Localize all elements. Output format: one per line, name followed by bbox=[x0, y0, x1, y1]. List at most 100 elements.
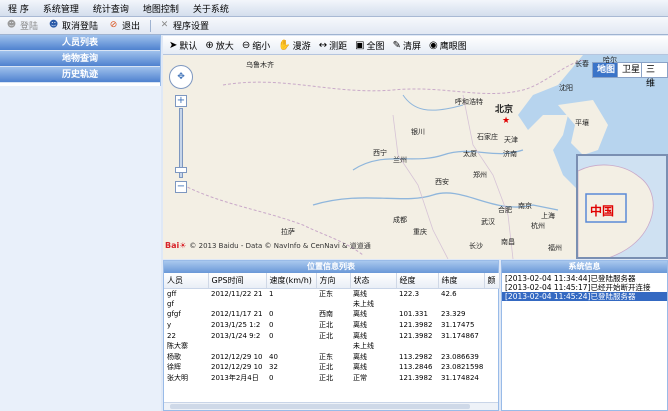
city-label: 乌鲁木齐 bbox=[246, 61, 274, 69]
sidebar-item-feature-query[interactable]: 地物查询 bbox=[0, 51, 160, 67]
menubar: 程 序 系统管理 统计查询 地图控制 关于系统 bbox=[0, 0, 668, 17]
table-cell: 正常 bbox=[353, 374, 367, 383]
city-label: 长沙 bbox=[469, 242, 483, 250]
table-cell bbox=[208, 341, 266, 352]
tool-default[interactable]: ➤ 默认 bbox=[169, 39, 197, 52]
tool-zoom-out[interactable]: ⊖ 缩小 bbox=[242, 39, 270, 52]
table-cell: 22 bbox=[167, 331, 176, 340]
table-cell: 23.08215981 bbox=[441, 363, 484, 372]
city-label: 合肥 bbox=[498, 206, 512, 214]
table-cell: 121.3982 bbox=[399, 321, 433, 330]
cancel-login-button[interactable]: ☻ 取消登陆 bbox=[48, 19, 98, 32]
table-cell: 离线 bbox=[353, 310, 367, 319]
menu-map-control[interactable]: 地图控制 bbox=[143, 2, 179, 15]
table-cell: 正北 bbox=[319, 363, 333, 372]
table-cell: gf bbox=[167, 299, 174, 308]
table-cell: 121.3982 bbox=[399, 331, 433, 340]
column-header[interactable]: GPS时间 bbox=[208, 273, 267, 289]
list-item[interactable]: [2013-02-04 11:45:24]已登陆服务器 bbox=[502, 292, 667, 301]
city-label: 天津 bbox=[504, 136, 518, 144]
sidebar-body bbox=[0, 86, 161, 411]
table-cell: y bbox=[167, 321, 172, 330]
logout-button[interactable]: ⊘ 退出 bbox=[108, 19, 140, 32]
sidebar-item-person-list[interactable]: 人员列表 bbox=[0, 35, 160, 51]
table-row[interactable]: y 2013/1/25 1:2 0 正北 离线 121.3982 31.17475 bbox=[164, 320, 499, 331]
table-cell bbox=[396, 299, 438, 310]
table-cell: 113.2982 bbox=[399, 352, 433, 361]
table-cell bbox=[316, 299, 350, 310]
menu-statistics[interactable]: 统计查询 bbox=[93, 2, 129, 15]
map-zoom-out-button[interactable]: − bbox=[175, 181, 187, 193]
column-header[interactable]: 方向 bbox=[316, 273, 351, 289]
map-zoom-in-button[interactable]: + bbox=[175, 95, 187, 107]
table-cell: 正东 bbox=[319, 289, 333, 298]
left-panel: 人员列表 地物查询 历史轨迹 bbox=[0, 35, 161, 411]
tool-measure[interactable]: ↔ 测距 bbox=[319, 39, 347, 52]
column-header[interactable]: 颜 bbox=[484, 273, 500, 289]
list-item[interactable]: [2013-02-04 11:45:17]已经开始断开连接 bbox=[502, 283, 667, 292]
table-cell: 离线 bbox=[353, 321, 367, 330]
city-label: 沈阳 bbox=[559, 84, 573, 92]
city-label: 呼和浩特 bbox=[455, 98, 483, 106]
table-row[interactable]: gf 未上线 bbox=[164, 299, 499, 310]
table-row[interactable]: gff 2012/11/22 21 1 正东 离线 122.3 42.6 bbox=[164, 288, 499, 299]
table-cell: 0 bbox=[269, 374, 274, 383]
city-label: 成都 bbox=[393, 216, 407, 224]
table-row[interactable]: 徐辉 2012/12/29 10 32 正北 离线 113.2846 23.08215981 bbox=[164, 362, 499, 373]
hand-icon: ✋ bbox=[278, 39, 291, 51]
overview-map[interactable]: 中国 bbox=[576, 154, 668, 259]
menu-system-manage[interactable]: 系统管理 bbox=[43, 2, 79, 15]
table-cell: 张大明 bbox=[167, 374, 188, 383]
column-header[interactable]: 速度(km/h) bbox=[266, 273, 317, 289]
login-button[interactable]: ☻ 登陆 bbox=[6, 19, 38, 32]
menu-program[interactable]: 程 序 bbox=[8, 2, 29, 15]
table-cell: 未上线 bbox=[353, 342, 374, 351]
column-header[interactable]: 人员 bbox=[164, 273, 209, 289]
system-panel-title: 系统信息 bbox=[502, 261, 667, 273]
city-label: 南京 bbox=[518, 202, 532, 210]
full-extent-icon: ▣ bbox=[355, 39, 365, 51]
column-header[interactable]: 纬度 bbox=[438, 273, 485, 289]
table-row[interactable]: 杨歌 2012/12/29 10 40 正东 离线 113.2982 23.086639 bbox=[164, 352, 499, 363]
map-view[interactable]: ★ ✥ + − 地图 卫星 三维 乌鲁木齐 北京 天津 呼和浩特 银川 石家庄 … bbox=[163, 55, 668, 259]
table-cell: 122.3 bbox=[399, 289, 420, 298]
table-cell: 徐辉 bbox=[167, 363, 181, 372]
column-header[interactable]: 经度 bbox=[396, 273, 439, 289]
settings-button[interactable]: ✕ 程序设置 bbox=[159, 19, 209, 32]
sidebar-item-history-track[interactable]: 历史轨迹 bbox=[0, 67, 160, 83]
broom-icon: ✎ bbox=[392, 39, 401, 51]
table-cell: 正东 bbox=[319, 352, 333, 361]
system-message-list[interactable]: [2013-02-04 11:34:44]已登陆服务器 [2013-02-04 1… bbox=[502, 273, 667, 301]
tool-clear[interactable]: ✎ 清屏 bbox=[393, 39, 421, 52]
gps-horizontal-scrollbar[interactable] bbox=[164, 402, 498, 410]
toolbar: ☻ 登陆 ☻ 取消登陆 ⊘ 退出 ✕ 程序设置 bbox=[0, 17, 668, 35]
stop-icon: ⊘ bbox=[109, 20, 118, 30]
user-cancel-icon: ☻ bbox=[48, 20, 59, 30]
city-label: 武汉 bbox=[481, 218, 495, 226]
table-row[interactable]: 陈大寨 未上线 bbox=[164, 341, 499, 352]
table-cell bbox=[438, 299, 484, 310]
map-zoom-handle[interactable] bbox=[175, 167, 187, 173]
map-type-3d[interactable]: 三维 bbox=[641, 62, 668, 89]
table-cell: 31.17475 bbox=[441, 321, 475, 330]
tool-pan[interactable]: ✋ 漫游 bbox=[278, 39, 310, 52]
scroll-thumb[interactable] bbox=[170, 404, 470, 409]
tool-zoom-in[interactable]: ⊕ 放大 bbox=[205, 39, 233, 52]
table-cell: 杨歌 bbox=[167, 352, 181, 361]
gps-list-panel: 位置信息列表 人员 GPS时间 速度(km/h) 方向 状态 经度 纬度颜 gff 2012/… bbox=[163, 260, 500, 411]
table-row[interactable]: gfgf 2012/11/17 21 0 西南 离线 101.331 23.329 bbox=[164, 309, 499, 320]
menu-about[interactable]: 关于系统 bbox=[193, 2, 229, 15]
table-row[interactable]: 22 2013/1/24 9:2 0 正北 离线 121.3982 31.174867 bbox=[164, 330, 499, 341]
tool-full-extent[interactable]: ▣ 全图 bbox=[355, 39, 384, 52]
column-header[interactable]: 状态 bbox=[350, 273, 397, 289]
city-label: 长春 bbox=[575, 60, 589, 68]
table-cell bbox=[266, 341, 316, 352]
table-cell: 0 bbox=[269, 331, 274, 340]
table-row[interactable]: 张大明 2013年2月4日 0 正北 正常 121.3982 31.174824 bbox=[164, 373, 499, 384]
map-pan-control[interactable]: ✥ bbox=[169, 65, 193, 89]
city-label: 上海 bbox=[541, 212, 555, 220]
tool-eagle-eye[interactable]: ◉ 鹰眼图 bbox=[429, 39, 467, 52]
table-cell bbox=[484, 288, 499, 299]
table-cell: 离线 bbox=[353, 352, 367, 361]
list-item[interactable]: [2013-02-04 11:34:44]已登陆服务器 bbox=[502, 274, 667, 283]
